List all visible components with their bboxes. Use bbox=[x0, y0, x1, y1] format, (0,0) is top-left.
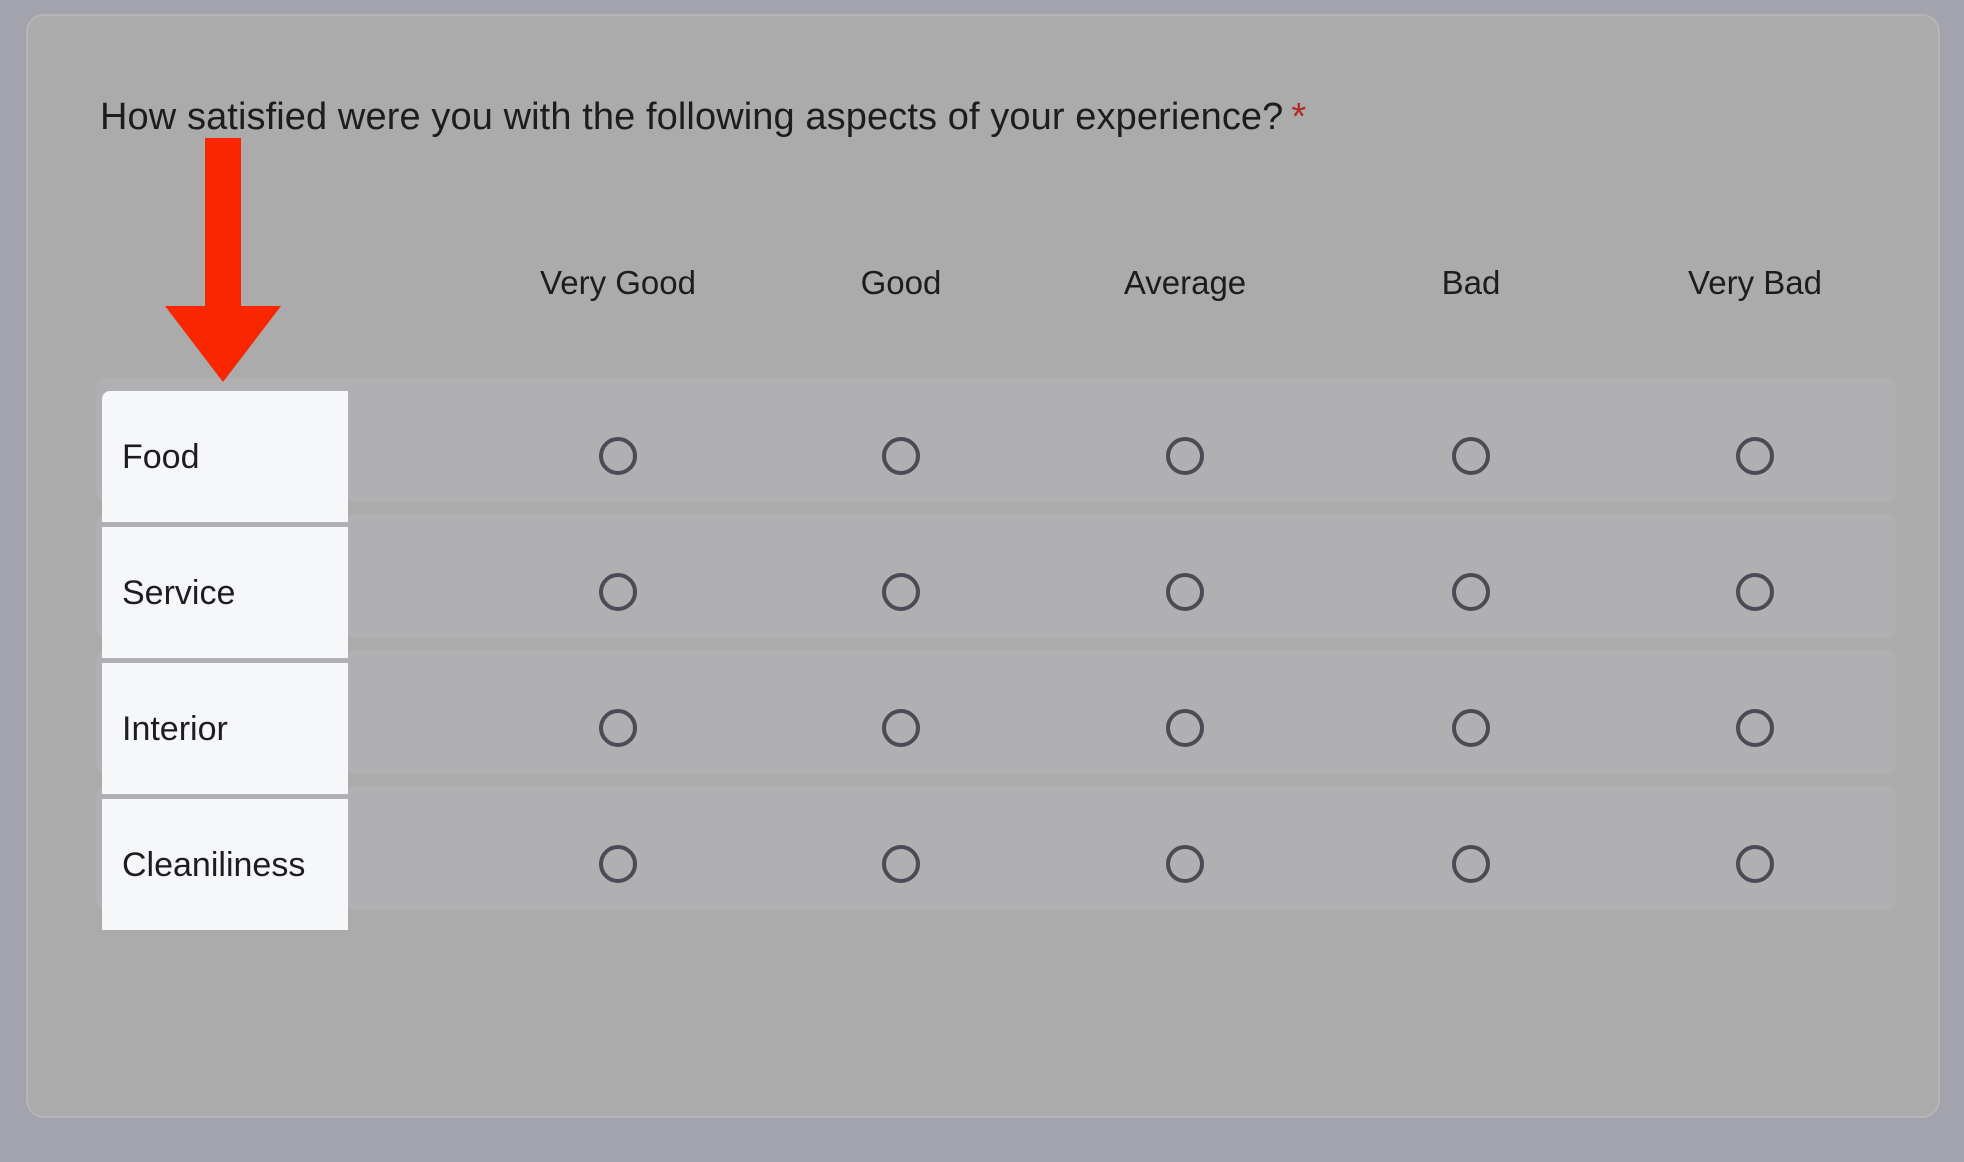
row-label-cell: Interior bbox=[102, 663, 348, 794]
radio-button[interactable] bbox=[1166, 709, 1204, 747]
survey-panel: How satisfied were you with the followin… bbox=[26, 14, 1940, 1118]
radio-button[interactable] bbox=[1452, 437, 1490, 475]
radio-button[interactable] bbox=[599, 573, 637, 611]
scale-column-header: Very Bad bbox=[1688, 264, 1822, 301]
table-row bbox=[96, 786, 1896, 910]
scale-column-header: Bad bbox=[1441, 264, 1501, 301]
radio-button[interactable] bbox=[1736, 437, 1774, 475]
radio-button[interactable] bbox=[882, 845, 920, 883]
scale-column-header: Very Good bbox=[540, 264, 696, 301]
radio-button[interactable] bbox=[1452, 573, 1490, 611]
radio-button[interactable] bbox=[1166, 437, 1204, 475]
radio-button[interactable] bbox=[1736, 573, 1774, 611]
radio-button[interactable] bbox=[599, 845, 637, 883]
radio-button[interactable] bbox=[882, 437, 920, 475]
row-label-cell: Cleaniliness bbox=[102, 799, 348, 930]
radio-button[interactable] bbox=[882, 709, 920, 747]
radio-button[interactable] bbox=[1736, 845, 1774, 883]
row-label-cell: Service bbox=[102, 527, 348, 658]
radio-button[interactable] bbox=[1452, 845, 1490, 883]
table-row bbox=[96, 514, 1896, 638]
row-label-cell: Food bbox=[102, 391, 348, 522]
row-label: Food bbox=[122, 437, 200, 476]
radio-button[interactable] bbox=[1452, 709, 1490, 747]
radio-button[interactable] bbox=[599, 437, 637, 475]
row-label: Service bbox=[122, 573, 236, 612]
scale-column-header: Average bbox=[1123, 264, 1247, 301]
scale-column-header: Good bbox=[860, 264, 942, 301]
table-row bbox=[96, 378, 1896, 502]
radio-button[interactable] bbox=[1736, 709, 1774, 747]
row-label: Interior bbox=[122, 709, 228, 748]
row-label: Cleaniliness bbox=[122, 845, 306, 884]
table-row bbox=[96, 650, 1896, 774]
radio-button[interactable] bbox=[1166, 845, 1204, 883]
radio-button[interactable] bbox=[882, 573, 920, 611]
radio-button[interactable] bbox=[1166, 573, 1204, 611]
radio-button[interactable] bbox=[599, 709, 637, 747]
matrix-question-grid: Very Good Good Average Bad Very Bad Food Serv… bbox=[28, 16, 1938, 1116]
scale-header-row: Very Good Good Average Bad Very Bad bbox=[28, 261, 1938, 309]
